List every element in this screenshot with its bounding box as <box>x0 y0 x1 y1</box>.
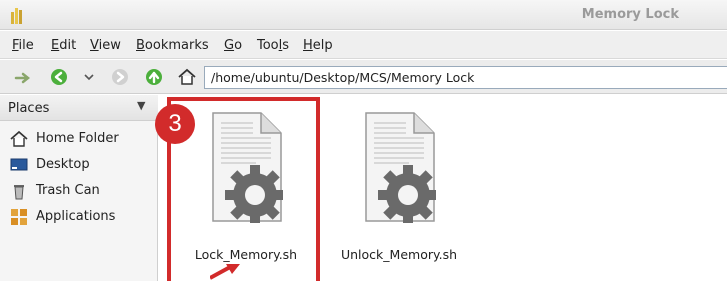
up-icon[interactable] <box>145 68 163 86</box>
desktop-icon <box>10 158 28 171</box>
menu-bookmarks-label: ookmarks <box>144 38 209 53</box>
back-history-chevron-down-icon[interactable] <box>84 73 94 81</box>
applications-icon <box>11 209 27 225</box>
menu-edit-mnemonic: E <box>51 38 60 53</box>
menu-go-label: o <box>234 38 243 53</box>
menu-view-label: iew <box>98 38 121 53</box>
menu-go-mnemonic: G <box>224 38 235 53</box>
trash-icon <box>14 185 24 200</box>
menu-edit-label: dit <box>59 38 77 53</box>
forward-icon[interactable] <box>111 68 129 86</box>
chevron-down-icon: ▼ <box>137 99 146 112</box>
location-bar[interactable]: /home/ubuntu/Desktop/MCS/Memory Lock <box>204 66 727 89</box>
sidebar-item-label: Desktop <box>36 157 90 172</box>
menu-view[interactable]: View <box>90 38 121 53</box>
file-item[interactable]: Unlock_Memory.sh <box>334 107 464 267</box>
sidebar-item-trash-can[interactable]: Trash Can <box>8 179 156 203</box>
menu-tools-label-start: Too <box>257 38 279 53</box>
sidebar-item-home-folder[interactable]: Home Folder <box>8 127 156 151</box>
menu-tools[interactable]: Tools <box>257 38 289 53</box>
toggle-sidebar-icon[interactable] <box>14 71 34 85</box>
menu-bookmarks-mnemonic: B <box>136 38 145 53</box>
sidebar: Places ▼ Home Folder Desktop Trash Can A… <box>0 95 158 281</box>
menu-help[interactable]: Help <box>303 38 333 53</box>
menu-file-label: ile <box>18 38 34 53</box>
menu-edit[interactable]: Edit <box>51 38 76 53</box>
menu-file[interactable]: File <box>12 38 34 53</box>
sidebar-item-label: Applications <box>36 209 116 224</box>
back-icon[interactable] <box>50 68 68 86</box>
location-path: /home/ubuntu/Desktop/MCS/Memory Lock <box>211 70 475 85</box>
sidebar-item-desktop[interactable]: Desktop <box>8 153 156 177</box>
menu-bookmarks[interactable]: Bookmarks <box>136 38 209 53</box>
places-header-label: Places <box>8 101 50 116</box>
menu-view-mnemonic: V <box>90 38 99 53</box>
sidebar-item-applications[interactable]: Applications <box>8 205 156 229</box>
places-selector[interactable]: Places ▼ <box>0 95 158 121</box>
shell-script-icon <box>365 112 436 223</box>
menu-go[interactable]: Go <box>224 38 242 53</box>
home-icon[interactable] <box>177 68 197 86</box>
menu-help-mnemonic: H <box>303 38 313 53</box>
home-icon <box>10 130 28 147</box>
menu-bar: File Edit View Bookmarks Go Tools Help <box>0 31 727 59</box>
title-bar: Memory Lock <box>0 0 727 30</box>
step-number-badge: 3 <box>155 104 195 144</box>
sidebar-item-label: Home Folder <box>36 131 119 146</box>
toolbar: /home/ubuntu/Desktop/MCS/Memory Lock <box>0 60 727 94</box>
menu-help-label: elp <box>312 38 333 53</box>
window-title: Memory Lock <box>581 7 679 22</box>
pointer-arrow-icon <box>210 264 240 280</box>
sidebar-item-label: Trash Can <box>36 183 100 198</box>
file-name: Unlock_Memory.sh <box>340 247 457 262</box>
menu-tools-label-end: s <box>282 38 290 53</box>
